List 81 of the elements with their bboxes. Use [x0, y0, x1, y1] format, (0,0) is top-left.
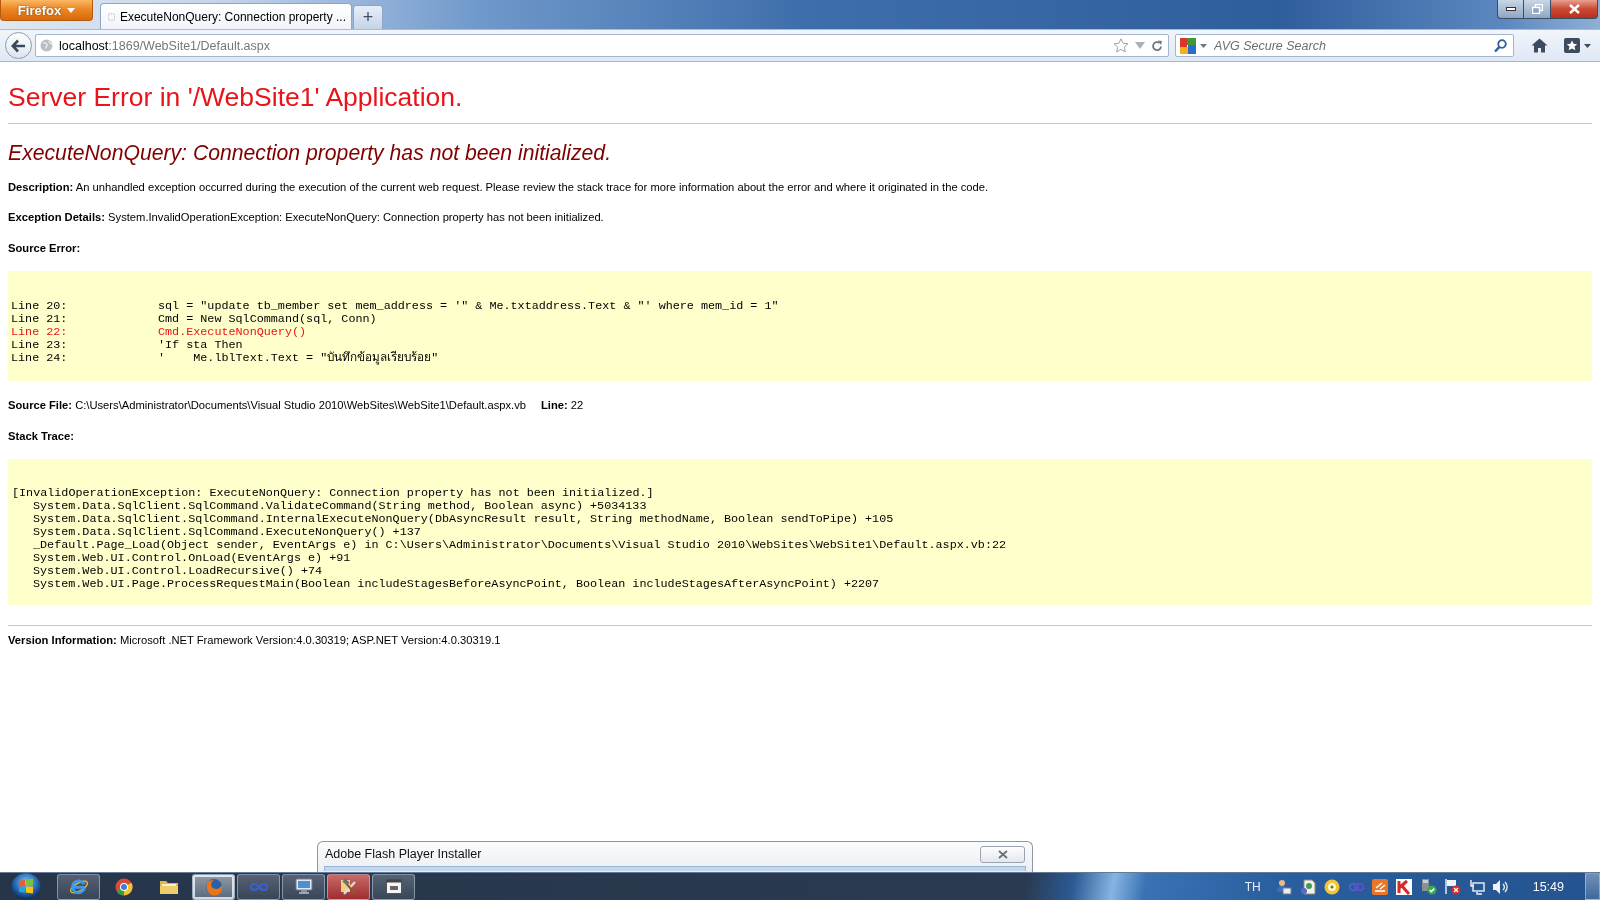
star-tile-icon — [1563, 38, 1580, 53]
stack-frame-line: System.Data.SqlClient.SqlCommand.InternalExecuteNonQuery(DbAsyncResult result, String methodName, Boolean sendToPipe) +105 — [32, 513, 895, 526]
disc-icon[interactable] — [1324, 878, 1341, 895]
code-line: ' Me.lblText.Text = "บันทึกข้อมูลเรียบร้อย" — [158, 352, 439, 365]
back-button[interactable] — [5, 32, 32, 59]
clock-text[interactable]: 15:49 — [1532, 879, 1564, 894]
show-desktop-button[interactable] — [1585, 873, 1600, 900]
description-text: Description: An unhandled exception occurred during the execution of the current web request. Please review the stack trace for more information about the error and where it originated in the code. — [8, 180, 990, 194]
close-button[interactable] — [980, 845, 1025, 863]
monitor-icon — [294, 878, 313, 895]
version-info-text: Version Information: Microsoft .NET Framework Version:4.0.30319; ASP.NET Version:4.0.30319.1 — [8, 633, 502, 647]
home-icon — [1530, 38, 1548, 53]
volume-icon[interactable] — [1491, 878, 1509, 895]
search-icon[interactable] — [1494, 38, 1507, 53]
stack-frame-line: System.Data.SqlClient.SqlCommand.ExecuteNonQuery() +137 — [32, 526, 422, 539]
document-icon[interactable] — [1300, 878, 1317, 895]
stack-frame-line: System.Web.UI.Control.LoadRecursive() +74 — [32, 565, 324, 578]
exception-line: [InvalidOperationException: ExecuteNonQuery: Connection property has not been initialized.] — [12, 487, 655, 500]
code-line: sql = "update tb_member set mem_address = '" & Me.txtaddress.Text & "' where mem_id = 1" — [158, 300, 779, 313]
window-icon — [385, 879, 402, 894]
slash-tile-icon[interactable] — [1372, 878, 1389, 895]
segmented-circle-icon — [114, 877, 133, 896]
new-tab-button[interactable]: + — [353, 5, 383, 29]
taskbar-button[interactable] — [192, 873, 235, 900]
line-number: Line 20: — [11, 300, 69, 313]
stack-frame-line: System.Data.SqlClient.SqlCommand.ValidateCommand(String method, Boolean async) +5034133 — [32, 500, 648, 513]
line-number: Line 23: — [11, 339, 69, 352]
code-line: 'If sta Then — [158, 339, 243, 352]
window-title: Adobe Flash Player Installer — [325, 847, 482, 861]
folder-icon — [158, 878, 179, 895]
k-mark-icon[interactable] — [1396, 878, 1413, 895]
line-number: Line 21: — [11, 313, 69, 326]
four-squares-icon — [1180, 37, 1196, 54]
e-ring-icon — [68, 876, 89, 897]
restore-icon — [1531, 4, 1543, 14]
taskbar-button[interactable] — [327, 873, 370, 900]
source-line-text: Line: 22 — [541, 398, 584, 412]
close-icon — [1568, 4, 1580, 14]
restore-button[interactable] — [1524, 0, 1551, 19]
line-number: Line 24: — [11, 352, 69, 365]
infinity-icon — [248, 881, 269, 892]
minimize-button[interactable] — [1497, 0, 1524, 19]
close-button[interactable] — [1551, 0, 1598, 19]
taskbar-button[interactable] — [57, 873, 100, 900]
network-icon[interactable] — [1467, 878, 1485, 895]
exception-details-text: Exception Details: System.InvalidOperationException: ExecuteNonQuery: Connection property has not been initialized. — [8, 210, 605, 224]
page-title: Server Error in '/WebSite1' Application. — [8, 82, 464, 112]
back-arrow-icon — [11, 38, 26, 53]
close-icon — [997, 849, 1008, 859]
taskbar-button[interactable] — [372, 873, 415, 900]
browser-tab[interactable]: ExecuteNonQuery: Connection property ... — [100, 3, 352, 29]
stack-frame-line: System.Web.UI.Page.ProcessRequestMain(Boolean includeStagesBeforeAsyncPoint, Boolean includeStagesAfterAsyncPoint) +2207 — [32, 578, 881, 591]
source-file-text: Source File: C:\Users\Administrator\Documents\Visual Studio 2010\WebSites\WebSite1\Default.aspx.vb — [8, 398, 526, 412]
start-orb-icon — [11, 873, 41, 900]
code-line: Cmd = New SqlCommand(sql, Conn) — [158, 313, 377, 326]
flag-error-icon[interactable] — [1443, 878, 1461, 895]
section-label: Source Error: — [8, 241, 82, 255]
taskbar-button[interactable] — [282, 873, 325, 900]
code-line: Cmd.ExecuteNonQuery() — [158, 326, 307, 339]
search-bar[interactable]: AVG Secure Search — [1175, 34, 1514, 57]
caret-icon — [1583, 43, 1591, 48]
line-number: Line 22: — [11, 326, 69, 339]
address-field[interactable]: localhost:1869/WebSite1/Default.aspx — [35, 34, 1169, 57]
people-icon[interactable] — [1276, 878, 1293, 895]
stack-frame-line: _Default.Page_Load(Object sender, EventArgs e) in C:\Users\Administrator\Documents\Visual Studio 2010\WebSites\WebSite1\Default.aspx.vb:22 — [32, 539, 1008, 552]
taskbar-button[interactable] — [237, 873, 280, 900]
url-text: localhost:1869/WebSite1/Default.aspx — [59, 38, 271, 53]
stack-frame-line: System.Web.UI.Control.OnLoad(EventArgs e) +91 — [32, 552, 352, 565]
star-icon[interactable] — [1113, 38, 1129, 53]
minimize-icon — [1505, 7, 1516, 11]
tools-icon — [339, 877, 358, 896]
fox-globe-icon — [203, 876, 224, 897]
search-input[interactable]: AVG Secure Search — [1211, 38, 1490, 53]
caret-icon — [67, 7, 76, 13]
language-indicator[interactable]: TH — [1244, 879, 1261, 894]
error-message: ExecuteNonQuery: Connection property has not been initialized. — [8, 140, 613, 165]
drive-check-icon[interactable] — [1419, 878, 1437, 895]
globe-icon — [40, 39, 53, 52]
caret-icon — [1200, 43, 1207, 48]
reload-icon[interactable] — [1151, 39, 1163, 52]
section-label: Stack Trace: — [8, 429, 75, 443]
